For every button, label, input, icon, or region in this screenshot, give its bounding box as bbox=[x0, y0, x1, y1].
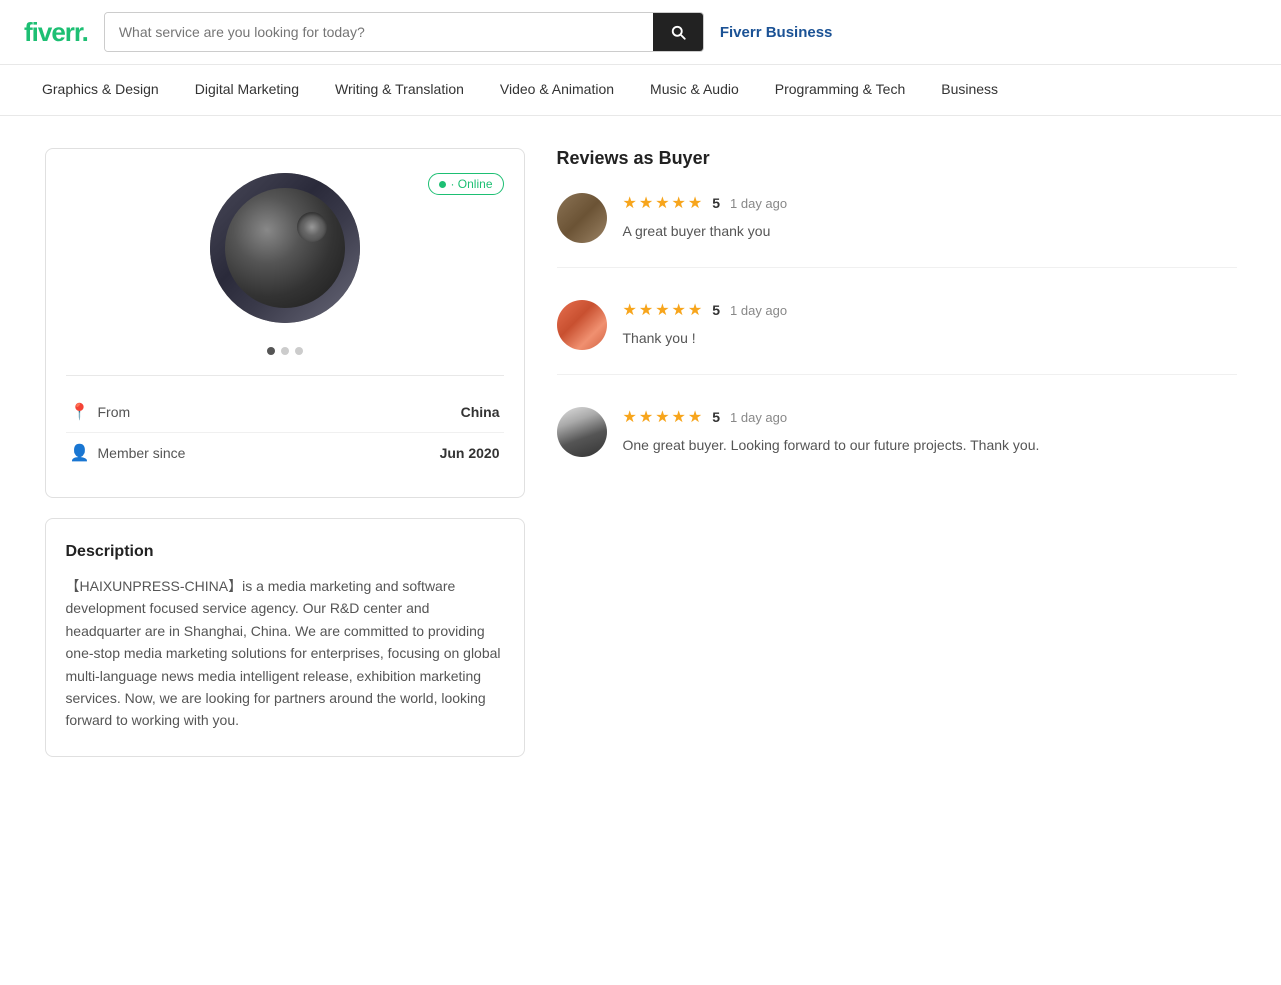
description-title: Description bbox=[66, 543, 504, 561]
review-time-1: 1 day ago bbox=[730, 196, 787, 211]
nav-item-music-audio[interactable]: Music & Audio bbox=[632, 65, 757, 115]
review-stars-3: ★ ★ ★ ★ ★ bbox=[623, 407, 703, 427]
online-dot bbox=[439, 181, 446, 188]
main-nav: Graphics & Design Digital Marketing Writ… bbox=[0, 65, 1281, 116]
reviewer-avatar-1 bbox=[557, 193, 607, 243]
profile-top: · Online bbox=[66, 173, 504, 376]
pagination-dot-3[interactable] bbox=[295, 347, 303, 355]
member-icon: 👤 bbox=[70, 443, 90, 463]
review-item: ★ ★ ★ ★ ★ 5 1 day ago Thank you ! bbox=[557, 300, 1237, 375]
star-5: ★ bbox=[688, 300, 702, 320]
logo-dot: . bbox=[82, 17, 88, 47]
nav-item-programming-tech[interactable]: Programming & Tech bbox=[757, 65, 923, 115]
star-2: ★ bbox=[639, 407, 653, 427]
star-3: ★ bbox=[655, 407, 669, 427]
profile-info: 📍 From China 👤 Member since Jun 2020 bbox=[66, 376, 504, 473]
review-item: ★ ★ ★ ★ ★ 5 1 day ago One great buyer. L… bbox=[557, 407, 1237, 481]
star-1: ★ bbox=[623, 300, 637, 320]
from-row: 📍 From China bbox=[66, 392, 504, 433]
header: fiverr. Fiverr Business bbox=[0, 0, 1281, 65]
review-time-3: 1 day ago bbox=[730, 410, 787, 425]
review-meta-3: ★ ★ ★ ★ ★ 5 1 day ago bbox=[623, 407, 1237, 427]
star-1: ★ bbox=[623, 407, 637, 427]
pagination-dot-2[interactable] bbox=[281, 347, 289, 355]
member-since-row: 👤 Member since Jun 2020 bbox=[66, 433, 504, 473]
star-3: ★ bbox=[655, 300, 669, 320]
review-item: ★ ★ ★ ★ ★ 5 1 day ago A great buyer than… bbox=[557, 193, 1237, 268]
description-text: 【HAIXUNPRESS-CHINA】is a media marketing … bbox=[66, 575, 504, 732]
online-label: · Online bbox=[450, 177, 492, 191]
description-card: Description 【HAIXUNPRESS-CHINA】is a medi… bbox=[45, 518, 525, 757]
avatar-placeholder bbox=[210, 173, 360, 323]
search-button[interactable] bbox=[653, 13, 703, 51]
nav-item-writing-translation[interactable]: Writing & Translation bbox=[317, 65, 482, 115]
profile-card: · Online 📍 From China bbox=[45, 148, 525, 498]
star-5: ★ bbox=[688, 193, 702, 213]
left-column: · Online 📍 From China bbox=[45, 148, 525, 757]
star-1: ★ bbox=[623, 193, 637, 213]
star-4: ★ bbox=[672, 300, 686, 320]
nav-item-video-animation[interactable]: Video & Animation bbox=[482, 65, 632, 115]
search-bar bbox=[104, 12, 704, 52]
star-3: ★ bbox=[655, 193, 669, 213]
star-4: ★ bbox=[672, 407, 686, 427]
nav-item-graphics-design[interactable]: Graphics & Design bbox=[24, 65, 177, 115]
search-input[interactable] bbox=[105, 13, 653, 51]
reviewer-avatar-2 bbox=[557, 300, 607, 350]
review-stars-2: ★ ★ ★ ★ ★ bbox=[623, 300, 703, 320]
review-time-2: 1 day ago bbox=[730, 303, 787, 318]
logo[interactable]: fiverr. bbox=[24, 17, 88, 48]
star-2: ★ bbox=[639, 193, 653, 213]
star-count-3: 5 bbox=[712, 409, 720, 425]
review-stars-1: ★ ★ ★ ★ ★ bbox=[623, 193, 703, 213]
star-2: ★ bbox=[639, 300, 653, 320]
death-star-image bbox=[225, 188, 345, 308]
star-count-2: 5 bbox=[712, 302, 720, 318]
review-text-1: A great buyer thank you bbox=[623, 221, 1237, 242]
review-text-2: Thank you ! bbox=[623, 328, 1237, 349]
nav-item-business[interactable]: Business bbox=[923, 65, 1016, 115]
star-count-1: 5 bbox=[712, 195, 720, 211]
pagination-dots bbox=[267, 347, 303, 355]
search-icon bbox=[669, 23, 687, 41]
nav-item-digital-marketing[interactable]: Digital Marketing bbox=[177, 65, 317, 115]
member-since-value: Jun 2020 bbox=[440, 445, 500, 461]
from-value: China bbox=[461, 404, 500, 420]
logo-text: fiverr bbox=[24, 17, 82, 47]
star-4: ★ bbox=[672, 193, 686, 213]
review-meta-1: ★ ★ ★ ★ ★ 5 1 day ago bbox=[623, 193, 1237, 213]
location-icon: 📍 bbox=[70, 402, 90, 422]
star-5: ★ bbox=[688, 407, 702, 427]
member-since-label: Member since bbox=[98, 445, 440, 461]
pagination-dot-1[interactable] bbox=[267, 347, 275, 355]
review-content-1: ★ ★ ★ ★ ★ 5 1 day ago A great buyer than… bbox=[623, 193, 1237, 243]
right-column: Reviews as Buyer ★ ★ ★ ★ ★ 5 1 day ago A… bbox=[557, 148, 1237, 757]
main-content: · Online 📍 From China bbox=[21, 116, 1261, 789]
from-label: From bbox=[98, 404, 461, 420]
online-badge: · Online bbox=[428, 173, 503, 195]
review-meta-2: ★ ★ ★ ★ ★ 5 1 day ago bbox=[623, 300, 1237, 320]
reviewer-avatar-3 bbox=[557, 407, 607, 457]
avatar bbox=[210, 173, 360, 323]
reviews-section-title: Reviews as Buyer bbox=[557, 148, 1237, 169]
review-content-2: ★ ★ ★ ★ ★ 5 1 day ago Thank you ! bbox=[623, 300, 1237, 350]
fiverr-business-link[interactable]: Fiverr Business bbox=[720, 24, 833, 41]
review-text-3: One great buyer. Looking forward to our … bbox=[623, 435, 1237, 456]
review-content-3: ★ ★ ★ ★ ★ 5 1 day ago One great buyer. L… bbox=[623, 407, 1237, 457]
